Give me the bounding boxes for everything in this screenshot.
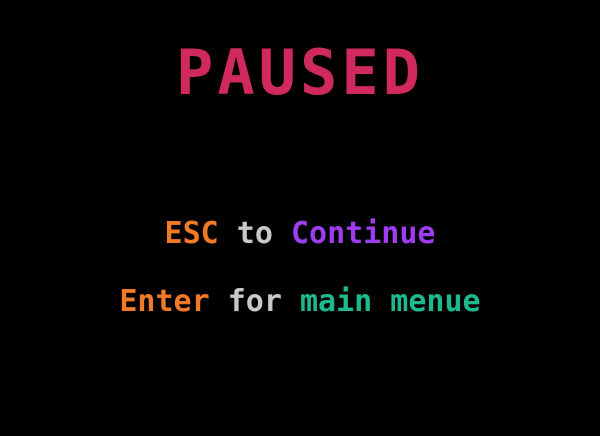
continue-action-label: Continue xyxy=(290,216,436,251)
pause-screen: PAUSED ESC to Continue Enter for main me… xyxy=(0,0,600,436)
main-menu-instruction[interactable]: Enter for main menue xyxy=(0,284,600,320)
continue-instruction[interactable]: ESC to Continue xyxy=(0,216,600,252)
main-menu-action-label: main menue xyxy=(300,284,481,319)
continue-connector-text: to xyxy=(236,216,273,251)
esc-key-label: ESC xyxy=(164,216,219,251)
paused-title: PAUSED xyxy=(176,36,424,109)
enter-key-label: Enter xyxy=(119,284,210,319)
menu-connector-text: for xyxy=(227,284,282,319)
